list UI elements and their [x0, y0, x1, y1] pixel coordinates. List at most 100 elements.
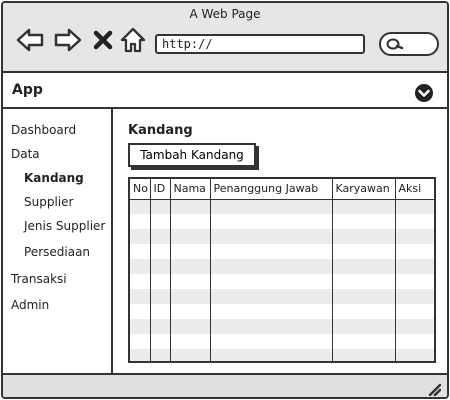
table-cell: [130, 319, 151, 334]
table-cell: [395, 304, 434, 319]
table-cell: [150, 244, 171, 259]
table-row[interactable]: [130, 289, 434, 304]
table-cell: [395, 214, 434, 229]
table-row[interactable]: [130, 244, 434, 259]
table-cell: [170, 304, 211, 319]
app-title: App: [12, 82, 43, 98]
add-kandang-button[interactable]: Tambah Kandang: [128, 143, 256, 167]
table-cell: [170, 289, 211, 304]
sidebar-item-dashboard[interactable]: Dashboard: [11, 123, 76, 137]
table-cell: [130, 274, 151, 289]
table-row[interactable]: [130, 214, 434, 229]
table-cell: [332, 229, 396, 244]
table-cell: [170, 214, 211, 229]
table-cell: [170, 274, 211, 289]
table-cell: [130, 229, 151, 244]
table-cell: [150, 229, 171, 244]
table-cell: [332, 319, 396, 334]
table-row[interactable]: [130, 304, 434, 319]
table-row[interactable]: [130, 229, 434, 244]
table-cell: [395, 334, 434, 349]
table-header-row: No ID Nama Penanggung Jawab Karyawan Aks…: [130, 179, 434, 200]
table-cell: [395, 289, 434, 304]
column-header-id[interactable]: ID: [150, 179, 171, 200]
back-arrow-icon[interactable]: [15, 25, 45, 55]
table-cell: [170, 334, 211, 349]
table-cell: [332, 274, 396, 289]
table-cell: [210, 259, 333, 274]
table-cell: [150, 319, 171, 334]
browser-title: A Web Page: [189, 7, 261, 21]
column-header-penanggung-jawab[interactable]: Penanggung Jawab: [210, 179, 333, 200]
table-cell: [170, 259, 211, 274]
table-cell: [210, 289, 333, 304]
table-cell: [150, 304, 171, 319]
table-cell: [395, 274, 434, 289]
column-header-nama[interactable]: Nama: [170, 179, 211, 200]
table-cell: [332, 304, 396, 319]
table-cell: [150, 334, 171, 349]
table-cell: [210, 274, 333, 289]
table-cell: [332, 349, 396, 361]
table-cell: [210, 304, 333, 319]
table-cell: [210, 244, 333, 259]
table-row[interactable]: [130, 259, 434, 274]
table-cell: [130, 259, 151, 274]
sidebar-item-data[interactable]: Data: [11, 147, 40, 161]
forward-arrow-icon[interactable]: [53, 25, 83, 55]
table-cell: [210, 229, 333, 244]
table-row[interactable]: [130, 199, 434, 214]
close-x-icon[interactable]: [91, 25, 115, 55]
table-cell: [170, 229, 211, 244]
table-cell: [170, 319, 211, 334]
column-header-aksi[interactable]: Aksi: [395, 179, 434, 200]
browser-window: A Web Page http:// App Dashboard Data Ka…: [1, 1, 449, 399]
sidebar-item-persediaan[interactable]: Persediaan: [24, 245, 90, 259]
sidebar-item-supplier[interactable]: Supplier: [24, 195, 73, 209]
column-header-no[interactable]: No: [130, 179, 151, 200]
app-header: App: [3, 73, 447, 109]
table-cell: [170, 199, 211, 214]
sidebar: Dashboard Data Kandang Supplier Jenis Su…: [3, 109, 113, 373]
table-cell: [395, 199, 434, 214]
table-cell: [170, 349, 211, 361]
table-cell: [150, 289, 171, 304]
table-row[interactable]: [130, 319, 434, 334]
table-row[interactable]: [130, 349, 434, 361]
table-cell: [130, 214, 151, 229]
chevron-down-circle-icon[interactable]: [414, 83, 434, 103]
search-box[interactable]: [379, 32, 439, 56]
browser-chrome: A Web Page http://: [3, 3, 447, 73]
table-cell: [332, 259, 396, 274]
home-icon[interactable]: [119, 25, 147, 55]
table-cell: [332, 214, 396, 229]
resize-grip-icon[interactable]: [427, 381, 442, 397]
kandang-table: No ID Nama Penanggung Jawab Karyawan Aks…: [128, 177, 436, 363]
column-header-karyawan[interactable]: Karyawan: [332, 179, 396, 200]
table-cell: [395, 244, 434, 259]
table-cell: [395, 229, 434, 244]
table-cell: [170, 244, 211, 259]
table-row[interactable]: [130, 274, 434, 289]
sidebar-item-admin[interactable]: Admin: [11, 298, 49, 312]
sidebar-item-kandang[interactable]: Kandang: [24, 171, 84, 185]
table-cell: [395, 349, 434, 361]
main-content: Kandang Tambah Kandang No ID Nama Penang…: [113, 109, 447, 373]
sidebar-item-transaksi[interactable]: Transaksi: [11, 272, 67, 286]
table-cell: [130, 304, 151, 319]
table-cell: [210, 334, 333, 349]
url-input[interactable]: http://: [155, 34, 365, 54]
sidebar-item-jenis-supplier[interactable]: Jenis Supplier: [24, 219, 105, 233]
table-cell: [210, 214, 333, 229]
table-row[interactable]: [130, 334, 434, 349]
table-cell: [150, 349, 171, 361]
page-title: Kandang: [128, 123, 193, 138]
table-cell: [130, 334, 151, 349]
table-cell: [150, 274, 171, 289]
table-cell: [332, 334, 396, 349]
table-cell: [130, 199, 151, 214]
table-cell: [210, 349, 333, 361]
table-cell: [150, 259, 171, 274]
table-cell: [332, 244, 396, 259]
table-cell: [395, 259, 434, 274]
